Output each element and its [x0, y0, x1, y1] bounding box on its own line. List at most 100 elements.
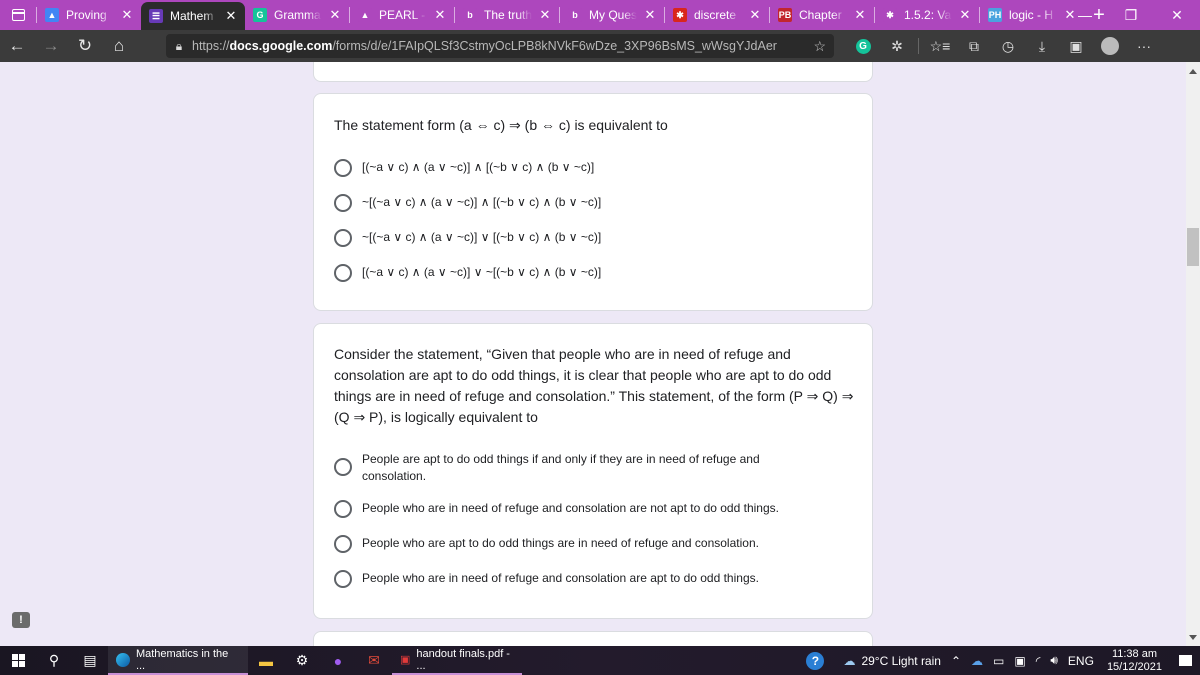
q2-option-1[interactable]: People are apt to do odd things if and o…	[334, 451, 802, 485]
browser-tab[interactable]: G Gramma ✕	[245, 0, 349, 30]
radio-button[interactable]	[334, 194, 352, 212]
taskbar-app-edge[interactable]: Mathematics in the ...	[108, 646, 248, 675]
tab-title: Chapter	[799, 8, 842, 22]
favorites-button[interactable]: ☆≡	[923, 30, 957, 62]
q1-option-2[interactable]: ~[(~a ∨ c) ∧ (a ∨ ~c)] ∧ [(~b ∨ c) ∧ (b …	[334, 194, 601, 212]
collections-button[interactable]: ⧉	[957, 30, 991, 62]
avatar	[1101, 37, 1119, 55]
url-prefix: https://	[192, 39, 230, 53]
q1-option-4[interactable]: [(~a ∨ c) ∧ (a ∨ ~c)] ∨ ~[(~b ∨ c) ∧ (b …	[334, 264, 601, 282]
close-tab-icon[interactable]: ✕	[434, 7, 446, 23]
radio-button[interactable]	[334, 159, 352, 177]
help-icon: ?	[806, 651, 825, 670]
search-button[interactable]: ⚲	[36, 646, 72, 675]
previous-question-card	[313, 62, 873, 82]
profile-button[interactable]	[1093, 30, 1127, 62]
close-tab-icon[interactable]: ✕	[329, 7, 341, 23]
browser-tab[interactable]: ▲ Proving ✕	[37, 0, 141, 30]
close-tab-icon[interactable]: ✕	[539, 7, 551, 23]
close-window-button[interactable]: ✕	[1154, 0, 1200, 30]
restore-button[interactable]: ❐	[1108, 0, 1154, 30]
pb-icon: PB	[778, 8, 792, 22]
tab-title: Mathem	[170, 9, 214, 23]
q2-option-3[interactable]: People who are apt to do odd things are …	[334, 535, 802, 553]
forward-button[interactable]: →	[34, 30, 68, 62]
taskbar-app-mail[interactable]: ✉	[356, 646, 392, 675]
minimize-button[interactable]: —	[1062, 0, 1108, 30]
radio-button[interactable]	[334, 500, 352, 518]
reload-button[interactable]: ↻	[68, 30, 102, 62]
home-button[interactable]: ⌂	[102, 30, 136, 62]
close-tab-icon[interactable]: ✕	[225, 8, 237, 24]
radio-button[interactable]	[334, 264, 352, 282]
taskbar-app-messenger[interactable]: ●	[320, 646, 356, 675]
start-button[interactable]	[0, 646, 36, 675]
meet-now-icon[interactable]: ▣	[1009, 654, 1030, 668]
browser-tab[interactable]: b My Ques ✕	[560, 0, 664, 30]
page-scrollbar[interactable]	[1186, 62, 1200, 646]
taskbar-app-file-explorer[interactable]: ▬	[248, 646, 284, 675]
q2-option-2[interactable]: People who are in need of refuge and con…	[334, 500, 802, 518]
bing-icon: b	[463, 8, 477, 22]
radio-button[interactable]	[334, 535, 352, 553]
settings-more-button[interactable]: ···	[1127, 30, 1161, 62]
question-card-1: The statement form (a ⇔ c) ⇒ (b ⇔ c) is …	[313, 93, 873, 311]
taskbar-app-settings[interactable]: ⚙	[284, 646, 320, 675]
history-icon: ◷	[1001, 37, 1015, 54]
grammarly-icon: G	[253, 8, 267, 22]
wifi-icon[interactable]: ◜	[1031, 654, 1046, 668]
close-tab-icon[interactable]: ✕	[854, 7, 866, 23]
grammarly-extension-button[interactable]: G	[846, 30, 880, 62]
clock[interactable]: 11:38 am 15/12/2021	[1099, 648, 1170, 674]
browser-tab[interactable]: ☰ Mathem ✕	[141, 2, 245, 30]
browser-tab[interactable]: ✱ discrete ✕	[665, 0, 769, 30]
weather-widget[interactable]: ☁ 29°C Light rain	[829, 654, 946, 668]
taskbar-app-pdf[interactable]: ▣ handout finals.pdf - ...	[392, 646, 522, 675]
downloads-button[interactable]: ⤓	[1025, 30, 1059, 62]
history-button[interactable]: ◷	[991, 30, 1025, 62]
browser-tab[interactable]: b The truth ✕	[455, 0, 559, 30]
browser-toolbar: ← → ↻ ⌂ 🔒︎ https://docs.google.com/forms…	[0, 30, 1200, 62]
q2-option-4[interactable]: People who are in need of refuge and con…	[334, 570, 802, 588]
close-tab-icon[interactable]: ✕	[749, 7, 761, 23]
taskbar-app-label: Mathematics in the ...	[135, 647, 229, 672]
address-bar[interactable]: 🔒︎ https://docs.google.com/forms/d/e/1FA…	[166, 34, 834, 58]
scrollbar-thumb[interactable]	[1187, 228, 1199, 266]
close-tab-icon[interactable]: ✕	[121, 7, 133, 23]
language-indicator[interactable]: ENG	[1063, 654, 1099, 668]
task-view-icon: ▤	[83, 652, 97, 668]
option-label: People who are apt to do odd things are …	[362, 536, 759, 550]
pearl-triangle-icon: ▲	[358, 8, 372, 22]
browser-tab[interactable]: ✱ 1.5.2: Va ✕	[875, 0, 979, 30]
q1-option-1[interactable]: [(~a ∨ c) ∧ (a ∨ ~c)] ∧ [(~b ∨ c) ∧ (b ∨…	[334, 159, 594, 177]
close-tab-icon[interactable]: ✕	[959, 7, 971, 23]
radio-button[interactable]	[334, 570, 352, 588]
help-button[interactable]: ?	[801, 651, 829, 670]
tab-title: My Ques	[589, 8, 637, 22]
show-hidden-icons-button[interactable]: ⌃	[946, 654, 966, 668]
volume-icon[interactable]: 🔊︎	[1045, 653, 1063, 668]
scroll-down-arrow-icon[interactable]	[1189, 635, 1197, 640]
close-tab-icon[interactable]: ✕	[644, 7, 656, 23]
scroll-up-arrow-icon[interactable]	[1189, 69, 1197, 74]
battery-icon[interactable]: ▭	[988, 654, 1009, 668]
back-button[interactable]: ←	[0, 30, 34, 62]
browser-tab[interactable]: ▲ PEARL - ✕	[350, 0, 454, 30]
browser-tab[interactable]: PB Chapter ✕	[770, 0, 874, 30]
option-label: People are apt to do odd things if and o…	[362, 452, 760, 483]
onedrive-icon[interactable]: ☁	[966, 654, 988, 668]
url-text[interactable]: https://docs.google.com/forms/d/e/1FAIpQ…	[192, 39, 777, 53]
extensions-button[interactable]: ✲	[880, 30, 914, 62]
q1-option-3[interactable]: ~[(~a ∨ c) ∧ (a ∨ ~c)] ∨ [(~b ∨ c) ∧ (b …	[334, 229, 601, 247]
task-view-button[interactable]: ▤	[72, 646, 108, 675]
tab-actions-icon	[11, 9, 25, 21]
tab-actions-button[interactable]	[0, 0, 36, 30]
radio-button[interactable]	[334, 458, 352, 476]
grammarly-icon: G	[855, 38, 871, 54]
add-favorite-icon[interactable]: ☆	[813, 38, 826, 55]
action-center-button[interactable]	[1170, 655, 1200, 666]
radio-button[interactable]	[334, 229, 352, 247]
math-solver-button[interactable]: ▣	[1059, 30, 1093, 62]
discrete-red-icon: ✱	[673, 8, 687, 22]
report-feedback-icon[interactable]: !	[12, 612, 30, 628]
